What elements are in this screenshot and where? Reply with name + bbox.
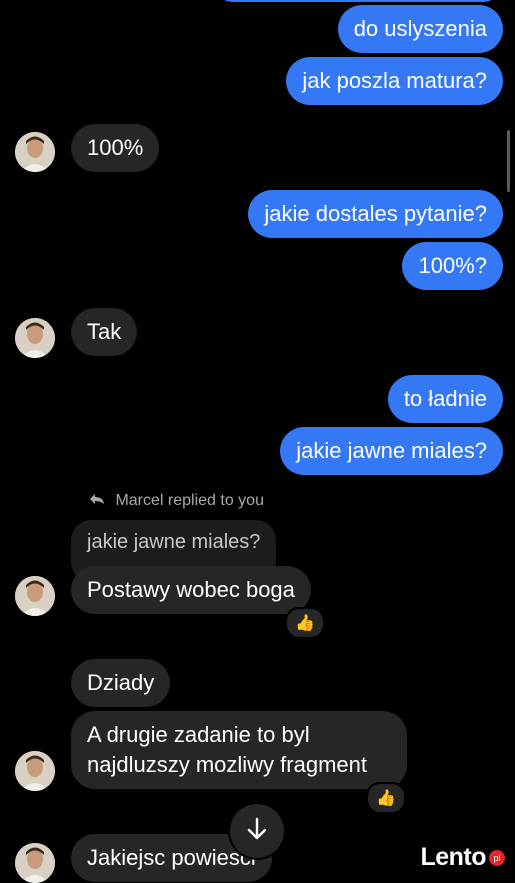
contact-avatar[interactable] xyxy=(15,318,55,358)
partial-outgoing-bubble xyxy=(213,0,503,2)
outgoing-message[interactable]: to ładnie xyxy=(387,375,503,423)
reply-indicator: Marcel replied to you xyxy=(89,492,264,510)
incoming-message[interactable]: Tak xyxy=(71,308,138,356)
incoming-message[interactable]: A drugie zadanie to byl najdluzszy mozli… xyxy=(71,711,407,789)
watermark-text: Lento xyxy=(420,843,486,871)
outgoing-message[interactable]: jakie jawne miales? xyxy=(280,427,503,475)
contact-avatar[interactable] xyxy=(15,576,55,616)
outgoing-message[interactable]: jak poszla matura? xyxy=(286,57,503,105)
outgoing-message[interactable]: 100%? xyxy=(402,242,503,290)
watermark-logo: Lento pl xyxy=(420,843,505,872)
incoming-message[interactable]: Postawy wobec boga xyxy=(71,566,311,614)
outgoing-message[interactable]: jakie dostales pytanie? xyxy=(248,190,503,238)
incoming-message[interactable]: Dziady xyxy=(71,659,171,707)
outgoing-message[interactable]: do uslyszenia xyxy=(337,5,503,53)
scroll-to-bottom-button[interactable] xyxy=(230,804,284,858)
reply-label-text: Marcel replied to you xyxy=(115,492,264,509)
contact-avatar[interactable] xyxy=(15,132,55,172)
incoming-message[interactable]: 100% xyxy=(71,124,160,172)
thumbs-up-reaction[interactable]: 👍 xyxy=(366,782,406,814)
arrow-down-icon xyxy=(246,817,268,846)
reply-arrow-icon xyxy=(89,492,109,509)
contact-avatar[interactable] xyxy=(15,843,55,883)
contact-avatar[interactable] xyxy=(15,751,55,791)
thumbs-up-reaction[interactable]: 👍 xyxy=(285,607,325,639)
watermark-badge: pl xyxy=(489,849,505,866)
scrollbar[interactable] xyxy=(507,130,510,192)
